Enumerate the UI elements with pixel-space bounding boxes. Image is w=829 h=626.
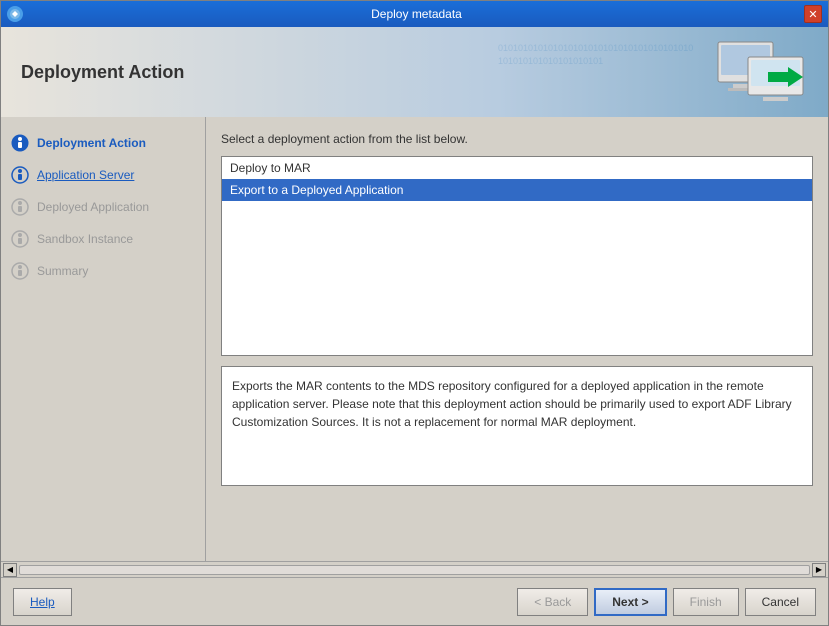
back-button[interactable]: < Back — [517, 588, 588, 616]
bottom-bar: Help < Back Next > Finish Cancel — [1, 577, 828, 625]
sidebar-item-summary: Summary — [1, 255, 205, 287]
sandbox-instance-icon — [9, 228, 31, 250]
title-bar: Deploy metadata ✕ — [1, 1, 828, 27]
deployed-application-icon — [9, 196, 31, 218]
scroll-right-button[interactable]: ▶ — [812, 563, 826, 577]
application-server-icon — [9, 164, 31, 186]
sidebar-label-summary: Summary — [37, 264, 88, 278]
sidebar-item-deployed-application: Deployed Application — [1, 191, 205, 223]
bg-decoration: 0101010101010101010101010101010101010101… — [498, 42, 698, 67]
sidebar-item-sandbox-instance: Sandbox Instance — [1, 223, 205, 255]
header: Deployment Action 0101010101010101010101… — [1, 27, 828, 117]
close-button[interactable]: ✕ — [804, 5, 822, 23]
list-item-export-deployed[interactable]: Export to a Deployed Application — [222, 179, 812, 201]
description-text: Exports the MAR contents to the MDS repo… — [232, 379, 792, 429]
sidebar: Deployment Action Application Server — [1, 117, 206, 561]
sidebar-label-sandbox-instance: Sandbox Instance — [37, 232, 133, 246]
finish-button: Finish — [673, 588, 739, 616]
list-item-deploy-to-mar[interactable]: Deploy to MAR — [222, 157, 812, 179]
main-window: Deploy metadata ✕ Deployment Action 0101… — [0, 0, 829, 626]
sidebar-item-application-server[interactable]: Application Server — [1, 159, 205, 191]
content-area: Deployment Action Application Server — [1, 117, 828, 561]
sidebar-label-application-server: Application Server — [37, 168, 134, 182]
description-box: Exports the MAR contents to the MDS repo… — [221, 366, 813, 486]
app-icon — [7, 6, 23, 22]
header-image — [708, 32, 818, 112]
main-panel: Select a deployment action from the list… — [206, 117, 828, 561]
window-title: Deploy metadata — [29, 7, 804, 21]
summary-icon — [9, 260, 31, 282]
deployment-action-icon — [9, 132, 31, 154]
sidebar-item-deployment-action[interactable]: Deployment Action — [1, 127, 205, 159]
sidebar-label-deployment-action: Deployment Action — [37, 136, 146, 150]
scrollbar-track[interactable] — [19, 565, 810, 575]
deployment-action-list[interactable]: Deploy to MAR Export to a Deployed Appli… — [221, 156, 813, 356]
scroll-left-button[interactable]: ◀ — [3, 563, 17, 577]
cancel-button[interactable]: Cancel — [745, 588, 816, 616]
next-button[interactable]: Next > — [594, 588, 666, 616]
scrollbar-area: ◀ ▶ — [1, 561, 828, 577]
help-button[interactable]: Help — [13, 588, 72, 616]
page-title: Deployment Action — [21, 62, 184, 83]
sidebar-label-deployed-application: Deployed Application — [37, 200, 149, 214]
instruction-text: Select a deployment action from the list… — [221, 132, 813, 146]
